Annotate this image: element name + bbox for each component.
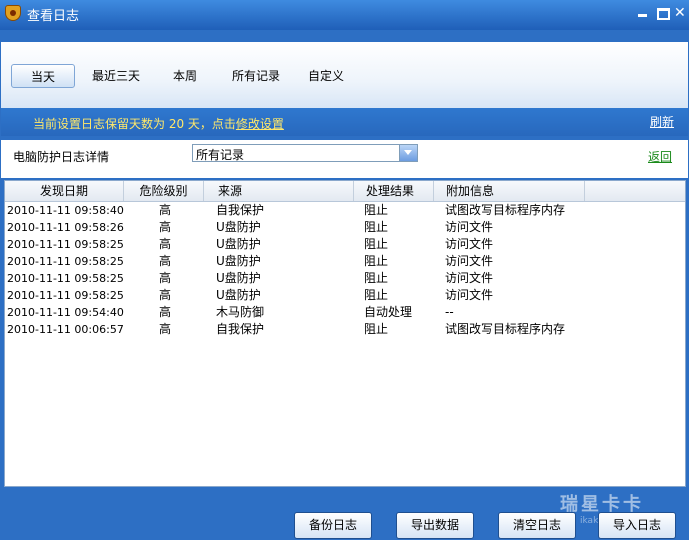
- header-extra-info[interactable]: 附加信息: [434, 181, 585, 201]
- cell-extra-info: 访问文件: [445, 271, 494, 285]
- cell-extra-info: 试图改写目标程序内存: [445, 322, 566, 336]
- header-date[interactable]: 发现日期: [5, 181, 124, 201]
- cell-date: 2010-11-11 09:58:26: [7, 221, 124, 234]
- record-filter-value: 所有记录: [196, 148, 245, 162]
- retention-info-text: 当前设置日志保留天数为 20 天，点击: [33, 117, 236, 131]
- maximize-icon[interactable]: [656, 7, 670, 20]
- cell-date: 2010-11-11 09:54:40: [7, 306, 124, 319]
- cell-source: 自我保护: [216, 322, 265, 336]
- cell-result: 阻止: [364, 203, 389, 217]
- table-row[interactable]: 2010-11-11 09:58:26 高 U盘防护 阻止 访问文件: [5, 219, 685, 236]
- cell-result: 阻止: [364, 237, 389, 251]
- cell-result: 阻止: [364, 322, 389, 336]
- cell-extra-info: 访问文件: [445, 288, 494, 302]
- log-table: 发现日期 危险级别 来源 处理结果 附加信息 2010-11-11 09:58:…: [4, 180, 686, 487]
- tab-custom[interactable]: 自定义: [301, 64, 351, 88]
- cell-level: 高: [159, 237, 172, 251]
- table-row[interactable]: 2010-11-11 09:54:40 高 木马防御 自动处理 --: [5, 304, 685, 321]
- cell-level: 高: [159, 203, 172, 217]
- retention-info: 当前设置日志保留天数为 20 天，点击修改设置: [33, 115, 284, 132]
- header-result[interactable]: 处理结果: [354, 181, 434, 201]
- cell-extra-info: 访问文件: [445, 237, 494, 251]
- filter-bar: 电脑防护日志详情 所有记录 返回: [1, 140, 688, 178]
- cell-level: 高: [159, 220, 172, 234]
- table-row[interactable]: 2010-11-11 09:58:25 高 U盘防护 阻止 访问文件: [5, 287, 685, 304]
- title-bar: 查看日志 ✕: [0, 0, 689, 30]
- table-header: 发现日期 危险级别 来源 处理结果 附加信息: [5, 181, 685, 202]
- chevron-down-icon[interactable]: [399, 145, 417, 161]
- cell-level: 高: [159, 305, 172, 319]
- cell-date: 2010-11-11 09:58:25: [7, 289, 124, 302]
- cell-source: 木马防御: [216, 305, 265, 319]
- cell-result: 阻止: [364, 220, 389, 234]
- cell-result: 自动处理: [364, 305, 413, 319]
- header-source[interactable]: 来源: [204, 181, 354, 201]
- export-data-button[interactable]: 导出数据: [396, 512, 474, 539]
- clear-log-button[interactable]: 清空日志: [498, 512, 576, 539]
- cell-date: 2010-11-11 09:58:40: [7, 204, 124, 217]
- refresh-link[interactable]: 刷新: [650, 113, 674, 130]
- cell-date: 2010-11-11 09:58:25: [7, 255, 124, 268]
- import-log-button[interactable]: 导入日志: [598, 512, 676, 539]
- window-title: 查看日志: [27, 9, 80, 24]
- cell-result: 阻止: [364, 288, 389, 302]
- table-body: 2010-11-11 09:58:40 高 自我保护 阻止 试图改写目标程序内存…: [5, 202, 685, 338]
- cell-source: U盘防护: [216, 271, 261, 285]
- back-link[interactable]: 返回: [648, 148, 672, 165]
- table-row[interactable]: 2010-11-11 09:58:25 高 U盘防护 阻止 访问文件: [5, 253, 685, 270]
- cell-source: U盘防护: [216, 288, 261, 302]
- retention-info-bar: 当前设置日志保留天数为 20 天，点击修改设置 刷新: [1, 108, 688, 136]
- cell-source: U盘防护: [216, 220, 261, 234]
- cell-extra-info: --: [445, 305, 454, 319]
- table-row[interactable]: 2010-11-11 09:58:40 高 自我保护 阻止 试图改写目标程序内存: [5, 202, 685, 219]
- cell-result: 阻止: [364, 271, 389, 285]
- cell-extra-info: 访问文件: [445, 220, 494, 234]
- cell-level: 高: [159, 288, 172, 302]
- tab-this-week[interactable]: 本周: [161, 64, 209, 88]
- cell-result: 阻止: [364, 254, 389, 268]
- table-row[interactable]: 2010-11-11 09:58:25 高 U盘防护 阻止 访问文件: [5, 270, 685, 287]
- cell-date: 2010-11-11 00:06:57: [7, 323, 124, 336]
- cell-source: U盘防护: [216, 254, 261, 268]
- cell-source: U盘防护: [216, 237, 261, 251]
- cell-level: 高: [159, 254, 172, 268]
- tab-today[interactable]: 当天: [11, 64, 75, 88]
- cell-date: 2010-11-11 09:58:25: [7, 238, 124, 251]
- backup-log-button[interactable]: 备份日志: [294, 512, 372, 539]
- app-shield-icon: [5, 5, 21, 21]
- record-filter-select[interactable]: 所有记录: [192, 144, 418, 162]
- close-icon[interactable]: ✕: [674, 6, 688, 20]
- table-row[interactable]: 2010-11-11 09:58:25 高 U盘防护 阻止 访问文件: [5, 236, 685, 253]
- minimize-icon[interactable]: [636, 7, 650, 19]
- cell-date: 2010-11-11 09:58:25: [7, 272, 124, 285]
- cell-source: 自我保护: [216, 203, 265, 217]
- cell-level: 高: [159, 271, 172, 285]
- log-detail-label: 电脑防护日志详情: [13, 150, 110, 164]
- tab-strip: 当天 最近三天 本周 所有记录 自定义: [1, 42, 688, 108]
- cell-level: 高: [159, 322, 172, 336]
- table-row[interactable]: 2010-11-11 00:06:57 高 自我保护 阻止 试图改写目标程序内存: [5, 321, 685, 338]
- tab-all-records[interactable]: 所有记录: [225, 64, 287, 88]
- modify-settings-link[interactable]: 修改设置: [236, 117, 284, 131]
- header-level[interactable]: 危险级别: [124, 181, 204, 201]
- tab-last-three-days[interactable]: 最近三天: [85, 64, 147, 88]
- cell-extra-info: 访问文件: [445, 254, 494, 268]
- cell-extra-info: 试图改写目标程序内存: [445, 203, 566, 217]
